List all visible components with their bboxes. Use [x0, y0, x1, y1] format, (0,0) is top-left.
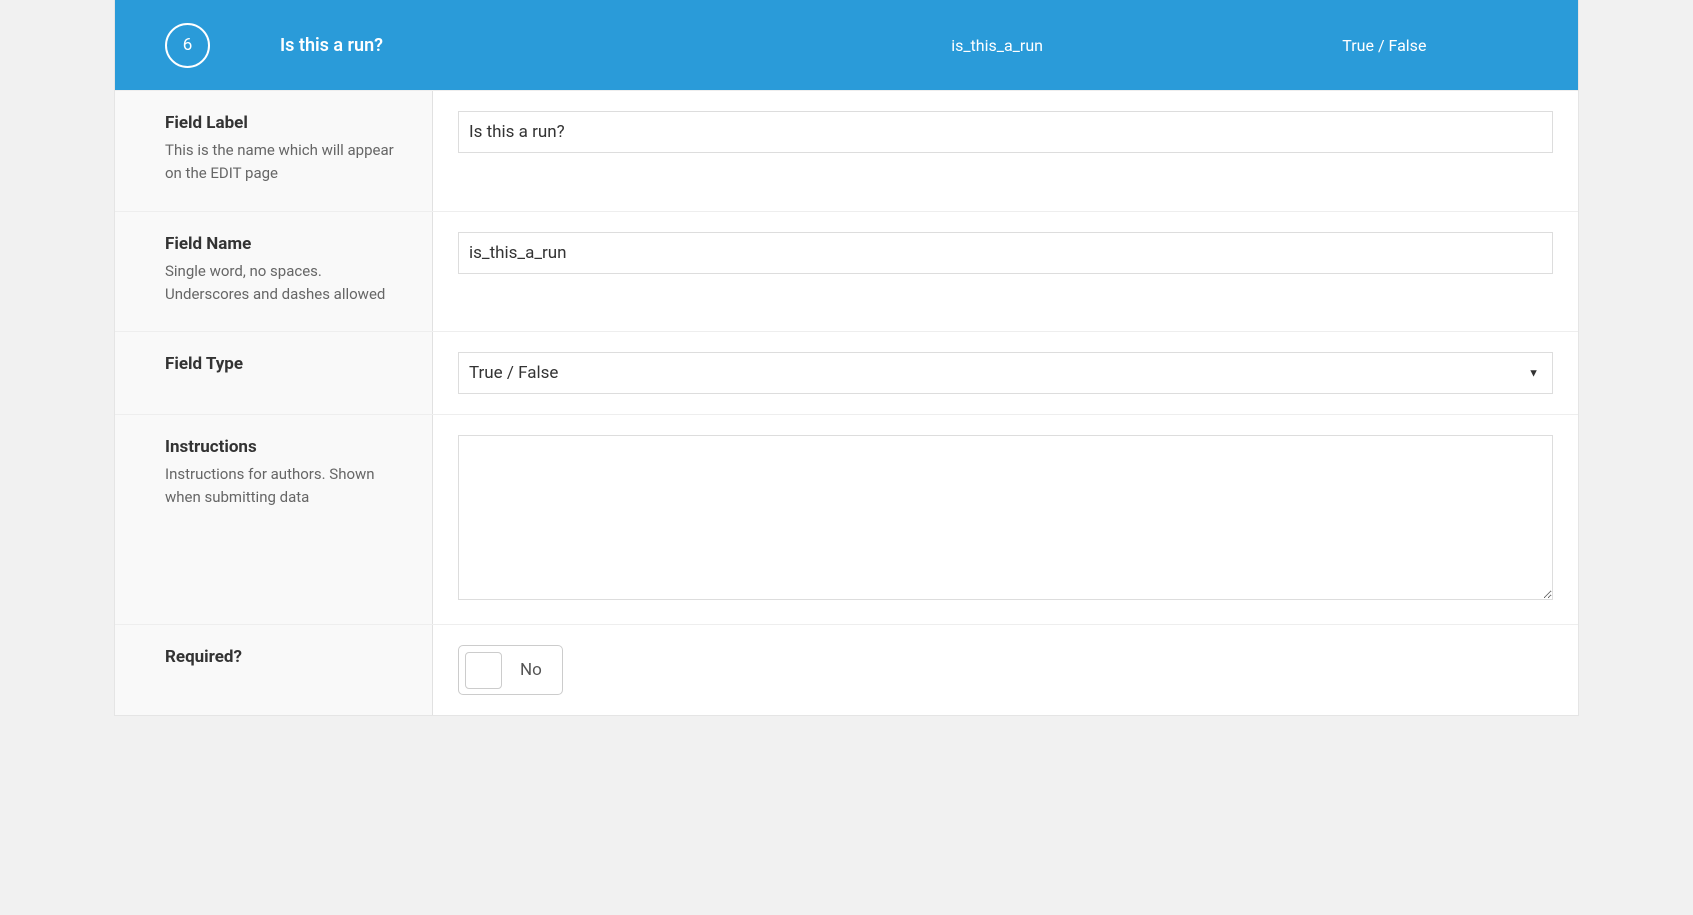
- row-field-type: Field Type True / False ▼: [115, 331, 1578, 414]
- label-desc-field-label: This is the name which will appear on th…: [165, 139, 407, 186]
- required-toggle[interactable]: No: [458, 645, 563, 695]
- field-order-badge: 6: [165, 23, 210, 68]
- label-title-required: Required?: [165, 647, 407, 667]
- toggle-knob: [465, 652, 502, 689]
- label-title-field-type: Field Type: [165, 354, 407, 374]
- field-type-select[interactable]: True / False: [458, 352, 1553, 394]
- label-title-field-label: Field Label: [165, 113, 407, 133]
- row-required: Required? No: [115, 624, 1578, 715]
- field-order-number: 6: [183, 35, 193, 55]
- header-field-label: Is this a run?: [260, 35, 803, 56]
- header-field-name: is_this_a_run: [803, 36, 1190, 55]
- header-field-type: True / False: [1191, 36, 1578, 55]
- field-label-input[interactable]: [458, 111, 1553, 153]
- row-instructions: Instructions Instructions for authors. S…: [115, 414, 1578, 624]
- field-name-input[interactable]: [458, 232, 1553, 274]
- label-title-field-name: Field Name: [165, 234, 407, 254]
- instructions-textarea[interactable]: [458, 435, 1553, 600]
- required-toggle-label: No: [520, 660, 556, 680]
- field-header[interactable]: 6 Is this a run? is_this_a_run True / Fa…: [115, 0, 1578, 90]
- row-field-name: Field Name Single word, no spaces. Under…: [115, 211, 1578, 332]
- order-badge-wrap: 6: [115, 23, 260, 68]
- label-desc-instructions: Instructions for authors. Shown when sub…: [165, 463, 407, 510]
- label-desc-field-name: Single word, no spaces. Underscores and …: [165, 260, 407, 307]
- row-field-label: Field Label This is the name which will …: [115, 90, 1578, 211]
- label-title-instructions: Instructions: [165, 437, 407, 457]
